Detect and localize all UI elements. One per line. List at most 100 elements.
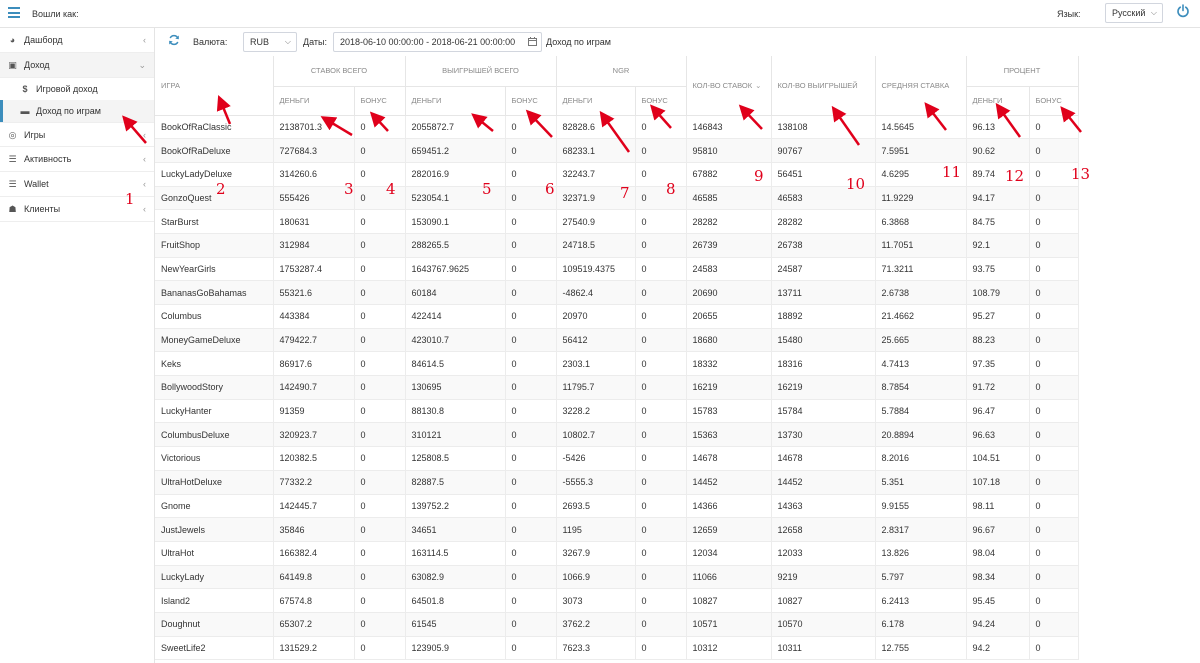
cell-wins-money: 163114.5 [405,541,506,566]
cell-bets-count: 15363 [686,422,772,448]
cell-wins-bonus: 0 [505,209,557,234]
cell-wins-count: 10311 [771,636,876,661]
cell-bets-bonus: 0 [354,541,406,566]
table-row: LuckyLadyDeluxe 314260.6 0 282016.9 0 32243.7… [155,162,1079,187]
sidebar-item-games[interactable]: ◎ Игры ‹ [0,122,154,147]
cell-avg-bet: 14.5645 [875,115,967,140]
cell-wins-bonus: 0 [505,257,557,282]
cell-avg-bet: 5.797 [875,565,967,590]
cell-percent-bonus: 0 [1029,138,1079,163]
cell-wins-count: 12658 [771,517,876,542]
column-header-avg-bet[interactable]: СРЕДНЯЯ СТАВКА [875,56,967,116]
sidebar-subitem-income-by-games[interactable]: ▬ Доход по играм [0,100,154,122]
cell-wins-count: 46583 [771,186,876,211]
cell-bets-money: 77332.2 [273,470,355,495]
cell-bets-bonus: 0 [354,612,406,637]
cell-percent-money: 95.45 [966,588,1030,613]
column-header-percent-money[interactable]: ДЕНЬГИ [966,86,1030,116]
cell-bets-count: 28282 [686,209,772,234]
column-header-wins-bonus[interactable]: БОНУС [505,86,557,116]
table-row: StarBurst 180631 0 153090.1 0 27540.9 0 28282 28… [155,209,1079,234]
sidebar-subitem-game-income[interactable]: $ Игровой доход [0,78,154,100]
cell-ngr-bonus: 0 [635,470,687,495]
cell-bets-bonus: 0 [354,399,406,424]
cell-bets-money: 67574.8 [273,588,355,613]
cell-wins-count: 16219 [771,375,876,400]
cell-wins-bonus: 0 [505,138,557,163]
cell-bets-bonus: 0 [354,162,406,187]
cell-ngr-money: 1066.9 [556,565,636,590]
cell-wins-count: 14363 [771,494,876,519]
sidebar-item-income[interactable]: ▣ Доход ⌄ [0,53,154,78]
column-header-ngr-money[interactable]: ДЕНЬГИ [556,86,636,116]
cell-avg-bet: 6.2413 [875,588,967,613]
cell-ngr-bonus: 0 [635,233,687,258]
language-value: Русский [1112,8,1146,18]
cell-percent-money: 95.27 [966,304,1030,329]
sidebar-item-label: Wallet [24,179,49,189]
cell-wins-count: 13711 [771,280,876,305]
cell-bets-money: 64149.8 [273,565,355,590]
currency-select[interactable]: RUB ⌵ [243,32,297,52]
cell-percent-money: 88.23 [966,328,1030,353]
column-group-wins-total: ВЫИГРЫШЕЙ ВСЕГО [405,56,557,87]
column-header-wins-money[interactable]: ДЕНЬГИ [405,86,506,116]
menu-toggle-icon[interactable] [8,7,20,18]
cell-ngr-money: 24718.5 [556,233,636,258]
language-label: Язык: [1057,9,1081,19]
table-row: Columbus 443384 0 422414 0 20970 0 20655 18892 21… [155,304,1079,329]
cell-bets-money: 314260.6 [273,162,355,187]
cell-wins-bonus: 0 [505,612,557,637]
column-header-percent-bonus[interactable]: БОНУС [1029,86,1079,116]
column-header-bets-count[interactable]: КОЛ-ВО СТАВОК ⌄ [686,56,772,116]
cell-percent-bonus: 0 [1029,636,1079,661]
cell-bets-count: 10312 [686,636,772,661]
cell-percent-bonus: 0 [1029,470,1079,495]
column-header-ngr-bonus[interactable]: БОНУС [635,86,687,116]
date-range-value: 2018-06-10 00:00:00 - 2018-06-21 00:00:0… [340,37,516,47]
sidebar-item-dashboard[interactable]: ◕ Дашборд ‹ [0,28,154,53]
cell-percent-bonus: 0 [1029,115,1079,140]
cell-bets-bonus: 0 [354,304,406,329]
cell-wins-money: 2055872.7 [405,115,506,140]
cell-game: StarBurst [155,209,274,234]
date-range-input[interactable]: 2018-06-10 00:00:00 - 2018-06-21 00:00:0… [333,32,542,52]
cell-ngr-bonus: 0 [635,517,687,542]
column-group-percent: ПРОЦЕНТ [966,56,1079,87]
cell-percent-bonus: 0 [1029,517,1079,542]
column-header-bets-bonus[interactable]: БОНУС [354,86,406,116]
cell-percent-bonus: 0 [1029,422,1079,448]
power-icon[interactable] [1176,4,1190,18]
table-row: BollywoodStory 142490.7 0 130695 0 11795.7 0 16… [155,375,1079,400]
table-row: UltraHot 166382.4 0 163114.5 0 3267.9 0 12034 12… [155,541,1079,566]
chevron-left-icon: ‹ [143,179,146,189]
cell-percent-bonus: 0 [1029,541,1079,566]
sidebar-item-activity[interactable]: ☰ Активность ‹ [0,147,154,172]
cell-bets-bonus: 0 [354,186,406,211]
language-select[interactable]: Русский ⌵ [1105,3,1163,23]
column-header-bets-money[interactable]: ДЕНЬГИ [273,86,355,116]
cell-wins-bonus: 0 [505,422,557,448]
column-header-game[interactable]: ИГРА [155,56,274,116]
money-icon: ▬ [20,106,30,116]
cell-ngr-bonus: 0 [635,494,687,519]
cell-avg-bet: 8.2016 [875,446,967,471]
column-header-wins-count[interactable]: КОЛ-ВО ВЫИГРЫШЕЙ [771,56,876,116]
cell-game: LuckyHanter [155,399,274,424]
refresh-icon[interactable] [168,34,180,46]
cell-ngr-money: 2693.5 [556,494,636,519]
sidebar-item-clients[interactable]: ☗ Клиенты ‹ [0,197,154,222]
cell-percent-bonus: 0 [1029,375,1079,400]
chevron-down-icon: ⌄ [138,60,146,70]
cell-wins-count: 24587 [771,257,876,282]
cell-wins-money: 123905.9 [405,636,506,661]
cell-ngr-bonus: 0 [635,399,687,424]
cell-ngr-money: 82828.6 [556,115,636,140]
sidebar-item-wallet[interactable]: ☰ Wallet ‹ [0,172,154,197]
sidebar-item-label: Активность [24,154,72,164]
sort-desc-icon: ⌄ [755,80,762,90]
cell-percent-money: 96.13 [966,115,1030,140]
cell-bets-bonus: 0 [354,138,406,163]
cell-ngr-money: 27540.9 [556,209,636,234]
cell-wins-money: 125808.5 [405,446,506,471]
